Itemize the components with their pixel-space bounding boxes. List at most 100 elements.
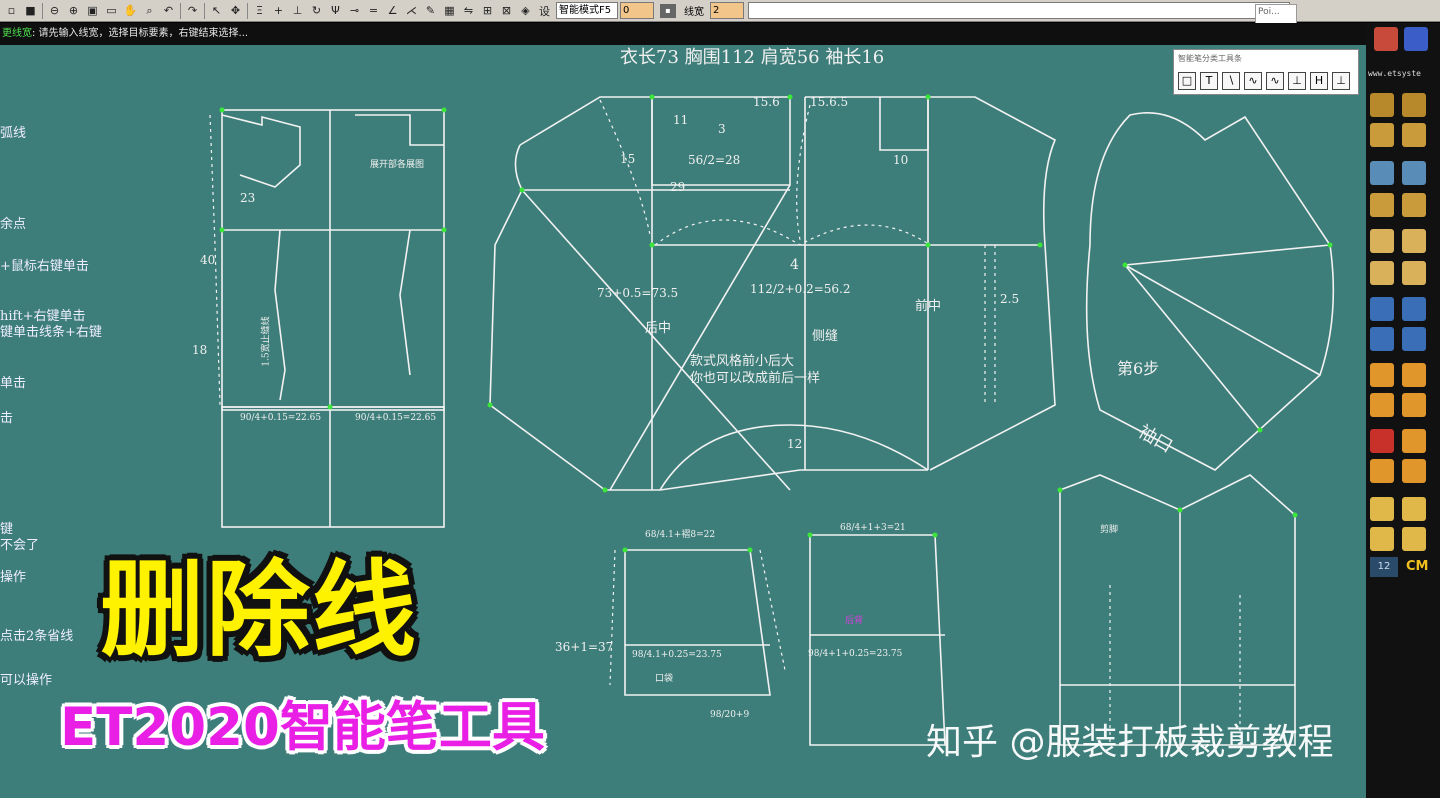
tool-icon[interactable] bbox=[1370, 193, 1394, 217]
zoom-window-icon[interactable]: ▭ bbox=[102, 1, 121, 20]
tool-icon[interactable] bbox=[1402, 497, 1426, 521]
align-icon[interactable]: Ξ bbox=[250, 1, 269, 20]
measure-label: 29 bbox=[670, 180, 686, 194]
tool-icon[interactable] bbox=[1402, 393, 1426, 417]
wave-tool-icon[interactable]: ∿ bbox=[1266, 72, 1284, 90]
point-icon[interactable]: ⊥ bbox=[288, 1, 307, 20]
help-line: 不会了 bbox=[0, 538, 40, 553]
poi-popup[interactable]: Poi... bbox=[1255, 4, 1297, 24]
measure-label: 12 bbox=[787, 437, 803, 451]
command-prompt: 更线宽: 请先输入线宽，选择目标要素，右键结束选择... bbox=[0, 23, 1366, 45]
note-line-label: 1.5宽止缝线 bbox=[261, 316, 272, 367]
skirt-frame bbox=[221, 406, 445, 528]
fork-icon[interactable]: Ψ bbox=[326, 1, 345, 20]
video-title: 删除线 bbox=[100, 549, 419, 671]
smart-pen-palette: 智能笔分类工具条 □ T ∖ ∿ ∿ ⊥ H ⊥ bbox=[1173, 49, 1359, 95]
measure-icon[interactable]: ⊠ bbox=[497, 1, 516, 20]
rotate-icon[interactable]: ↻ bbox=[307, 1, 326, 20]
help-line: 点击2条省线 bbox=[0, 629, 74, 644]
hem-curve bbox=[659, 424, 929, 491]
value-field[interactable]: 0 bbox=[620, 2, 654, 19]
text-tool-icon[interactable]: T bbox=[1200, 72, 1218, 90]
base-tool-icon[interactable]: ⊥ bbox=[1332, 72, 1350, 90]
zoom-in-icon[interactable]: ⊕ bbox=[64, 1, 83, 20]
curve-tool-icon[interactable]: ∿ bbox=[1244, 72, 1262, 90]
skirt-label: 68/4.1+褶8=22 bbox=[645, 530, 716, 540]
hem-line bbox=[659, 469, 928, 491]
save-icon[interactable]: ■ bbox=[21, 1, 40, 20]
note-front-label: 后背 bbox=[845, 616, 864, 626]
tool-icon[interactable] bbox=[1370, 261, 1394, 285]
hip-label: 98/4+1+0.25=23.75 bbox=[808, 649, 903, 659]
tool-icon[interactable] bbox=[1402, 327, 1426, 351]
fit-window-icon[interactable]: ▣ bbox=[83, 1, 102, 20]
tool-icon[interactable] bbox=[1370, 393, 1394, 417]
line-tool-icon[interactable]: ∖ bbox=[1222, 72, 1240, 90]
tool-icon[interactable] bbox=[1370, 327, 1394, 351]
measure-label: 4 bbox=[790, 257, 799, 273]
tool-icon[interactable] bbox=[1370, 497, 1394, 521]
tool-icon[interactable] bbox=[1402, 297, 1426, 321]
measure-label: 3 bbox=[718, 122, 726, 136]
parallel-icon[interactable]: ⊸ bbox=[345, 1, 364, 20]
tool-icon[interactable] bbox=[1402, 527, 1426, 551]
mirror-icon[interactable]: ⇋ bbox=[459, 1, 478, 20]
tool-icon[interactable] bbox=[1402, 229, 1426, 253]
tool-icon[interactable] bbox=[1370, 363, 1394, 387]
tool-icon[interactable] bbox=[1370, 459, 1394, 483]
angle-icon[interactable]: ∠ bbox=[383, 1, 402, 20]
undo-icon[interactable]: ↶ bbox=[159, 1, 178, 20]
tool-icon[interactable] bbox=[1370, 297, 1394, 321]
sleeve-mark-label: 剪脚 bbox=[1100, 525, 1119, 535]
tool-icon[interactable] bbox=[1370, 429, 1394, 453]
pattern-line bbox=[221, 114, 301, 188]
zoom-reset-icon[interactable]: ⌕ bbox=[140, 1, 159, 20]
brand-logo: CM bbox=[1406, 559, 1429, 574]
tool-icon[interactable] bbox=[1370, 93, 1394, 117]
skirt-pattern bbox=[809, 534, 946, 746]
select-arrow-icon[interactable]: ↖ bbox=[207, 1, 226, 20]
tool-icon[interactable] bbox=[1402, 261, 1426, 285]
chest-back-label: 73+0.5=73.5 bbox=[597, 286, 679, 300]
tool-icon[interactable] bbox=[1370, 161, 1394, 185]
redo-icon[interactable]: ↷ bbox=[183, 1, 202, 20]
tool-icon[interactable] bbox=[1402, 161, 1426, 185]
tool-icon[interactable] bbox=[1402, 123, 1426, 147]
grade-icon[interactable]: ⊞ bbox=[478, 1, 497, 20]
dashed-line bbox=[599, 99, 811, 241]
perp-tool-icon[interactable]: ⊥ bbox=[1288, 72, 1306, 90]
toolbar-divider bbox=[247, 2, 248, 19]
move-icon[interactable]: ✥ bbox=[226, 1, 245, 20]
tool-icon[interactable] bbox=[1402, 363, 1426, 387]
tool-icon[interactable] bbox=[1402, 429, 1426, 453]
tool-icon[interactable] bbox=[1370, 123, 1394, 147]
curve-icon[interactable]: ⋌ bbox=[402, 1, 421, 20]
tool-icon[interactable] bbox=[1374, 27, 1398, 51]
tool-icon[interactable] bbox=[1370, 229, 1394, 253]
zoom-out-icon[interactable]: ⊖ bbox=[45, 1, 64, 20]
tool-icon[interactable] bbox=[1402, 459, 1426, 483]
tool-icon[interactable] bbox=[1402, 93, 1426, 117]
toolbar-blank-field[interactable] bbox=[748, 2, 1290, 19]
line-width-field[interactable]: 2 bbox=[710, 2, 744, 19]
h-tool-icon[interactable]: H bbox=[1310, 72, 1328, 90]
measure-label: 40 bbox=[200, 253, 216, 267]
layer-icon[interactable]: ◈ bbox=[516, 1, 535, 20]
apply-icon[interactable]: ▪ bbox=[660, 3, 676, 18]
toolbar-divider bbox=[42, 2, 43, 19]
tool-icon[interactable] bbox=[1404, 27, 1428, 51]
pattern-line bbox=[651, 96, 791, 186]
tool-icon[interactable] bbox=[1370, 527, 1394, 551]
cross-icon[interactable]: + bbox=[269, 1, 288, 20]
new-file-icon[interactable]: ▫ bbox=[2, 1, 21, 20]
tool-icon[interactable] bbox=[1402, 193, 1426, 217]
pen-icon[interactable]: ✎ bbox=[421, 1, 440, 20]
equal-icon[interactable]: = bbox=[364, 1, 383, 20]
mode-select[interactable]: 智能模式F5 bbox=[556, 2, 618, 19]
measure-label: 23 bbox=[240, 191, 256, 205]
rect-tool-icon[interactable]: □ bbox=[1178, 72, 1196, 90]
pan-hand-icon[interactable]: ✋ bbox=[121, 1, 140, 20]
settings-label[interactable]: 设 bbox=[535, 1, 554, 20]
color-icon[interactable]: ▦ bbox=[440, 1, 459, 20]
front-center-label: 前中 bbox=[915, 299, 942, 314]
